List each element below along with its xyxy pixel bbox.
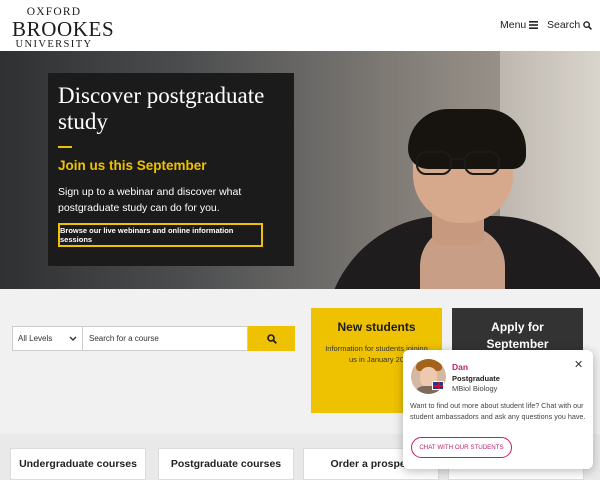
hero-title: Discover postgraduate study <box>58 83 265 135</box>
new-students-title: New students <box>337 320 416 334</box>
search-icon <box>583 20 593 30</box>
hero-accent-rule <box>58 146 72 148</box>
chevron-down-icon <box>69 336 77 341</box>
glasses-lens-right <box>464 151 500 175</box>
menu-button[interactable]: Menu <box>500 19 539 31</box>
ambassador-role: Postgraduate <box>452 374 500 383</box>
page: OXFORD BROOKES UNIVERSITY Menu Search Di… <box>0 0 600 480</box>
course-search-bar: All Levels Search for a course <box>12 326 295 351</box>
oxford-brookes-logo[interactable]: OXFORD BROOKES UNIVERSITY <box>12 6 115 50</box>
level-select-value: All Levels <box>18 334 53 343</box>
hamburger-icon <box>529 21 539 29</box>
search-icon <box>266 333 277 344</box>
undergraduate-courses-link[interactable]: Undergraduate courses <box>10 448 146 480</box>
level-select[interactable]: All Levels <box>12 326 83 351</box>
logo-line-3: UNIVERSITY <box>15 38 93 50</box>
student-chat-popup: Dan Postgraduate MBiol Biology ✕ Want to… <box>403 350 593 469</box>
hero-banner: Discover postgraduate study Join us this… <box>0 51 600 289</box>
ambassador-name: Dan <box>452 362 469 372</box>
glasses-bridge <box>452 158 464 160</box>
chat-message: Want to find out more about student life… <box>410 401 586 421</box>
apply-september-title: Apply for September <box>486 320 549 351</box>
search-label: Search <box>547 19 581 31</box>
ambassador-course: MBiol Biology <box>452 384 498 393</box>
chat-with-students-button[interactable]: CHAT WITH OUR STUDENTS <box>411 437 512 458</box>
menu-label: Menu <box>500 19 527 31</box>
postgraduate-courses-link[interactable]: Postgraduate courses <box>158 448 294 480</box>
course-search-submit-button[interactable] <box>248 326 295 351</box>
hero-person-glasses <box>416 151 506 175</box>
hero-description: Sign up to a webinar and discover what p… <box>58 186 242 214</box>
flag-cross-vertical <box>437 382 440 389</box>
course-search-input[interactable]: Search for a course <box>83 326 248 351</box>
logo-line-2: BROOKES <box>12 16 115 41</box>
search-button[interactable]: Search <box>547 19 593 31</box>
hero-subtitle: Join us this September <box>58 158 207 173</box>
browse-webinars-button[interactable]: Browse our live webinars and online info… <box>58 223 263 247</box>
glasses-lens-left <box>416 151 452 175</box>
hero-content-box: Discover postgraduate study Join us this… <box>48 73 294 266</box>
uk-flag-icon <box>432 381 444 390</box>
close-icon[interactable]: ✕ <box>574 358 583 371</box>
site-header: OXFORD BROOKES UNIVERSITY Menu Search <box>0 0 600 51</box>
